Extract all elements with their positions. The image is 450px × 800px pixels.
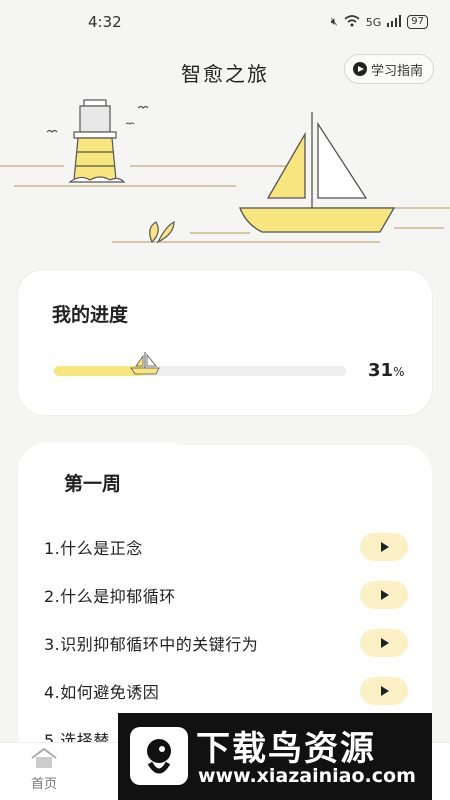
home-icon [31,747,57,768]
mute-icon: 🔇︎ [330,15,338,28]
progress-card: 我的进度 31% [18,270,432,415]
lighthouse [68,99,126,183]
play-button[interactable] [360,677,408,705]
sailboat-progress-icon [129,352,160,375]
progress-number: 31 [368,360,394,381]
lesson-label: 3.识别抑郁循环中的关键行为 [44,635,259,654]
lesson-item[interactable]: 4.如何避免诱因 [18,667,432,715]
play-button[interactable] [360,533,408,561]
lesson-label: 2.什么是抑郁循环 [44,587,176,606]
study-guide-button[interactable]: 学习指南 [343,54,434,84]
header: 智愈之旅 学习指南 [0,52,450,92]
week-title: 第一周 [64,473,122,495]
status-icons: 🔇︎ 5G 97 [330,14,428,30]
lesson-item[interactable]: 2.什么是抑郁循环 [18,571,432,619]
status-time: 4:32 [88,13,122,31]
study-guide-label: 学习指南 [370,63,423,79]
watermark-banner: 下载鸟资源 www.xiazainiao.com [118,713,432,800]
lesson-label: 4.如何避免诱因 [44,683,160,702]
wifi-icon [344,14,360,30]
play-button[interactable] [360,581,408,609]
sailboat [239,112,396,233]
tab-home-label: 首页 [30,777,57,792]
progress-bar [54,352,346,376]
week-tab: 第一周 [18,443,198,513]
leaf-decoration [149,221,175,244]
progress-unit: % [393,365,405,379]
bird-logo-icon [130,727,188,785]
lesson-item[interactable]: 1.什么是正念 [18,523,432,571]
sea-scene-illustration [0,99,450,244]
lesson-label: 1.什么是正念 [44,539,143,558]
tab-home[interactable]: 首页 [20,747,68,792]
progress-value: 31% [368,360,404,381]
battery-icon: 97 [407,15,428,29]
play-button[interactable] [360,629,408,657]
watermark-url: www.xiazainiao.com [198,765,416,787]
watermark-title: 下载鸟资源 [196,729,376,769]
network-type: 5G [365,15,382,29]
signal-icon [387,14,402,30]
progress-title: 我的进度 [52,304,129,326]
lesson-item[interactable]: 3.识别抑郁循环中的关键行为 [18,619,432,667]
play-circle-icon [352,62,367,76]
water-lines [0,165,450,243]
status-bar: 4:32 🔇︎ 5G 97 [0,0,450,44]
